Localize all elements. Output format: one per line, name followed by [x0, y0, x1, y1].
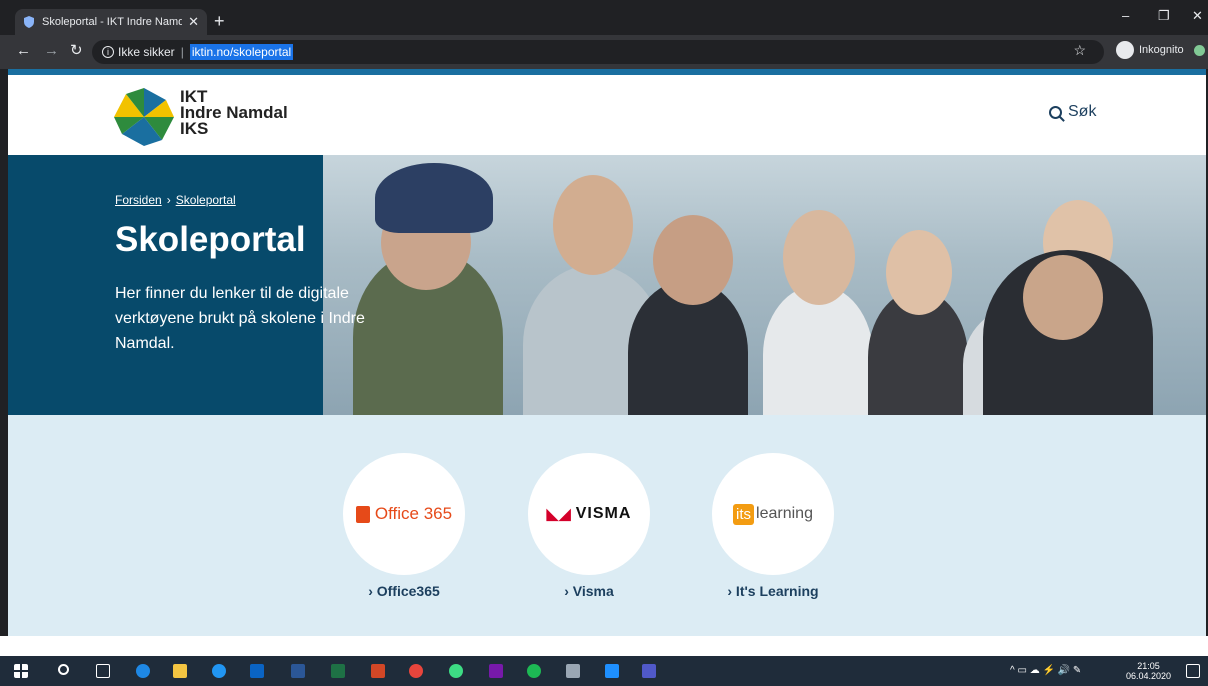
- photo-head: [783, 210, 855, 305]
- system-tray-icons[interactable]: ^ ▭ ☁ ⚡ 🔊 ✎: [1010, 665, 1081, 676]
- notifications-icon[interactable]: [1186, 664, 1200, 678]
- task-view-icon[interactable]: [96, 664, 110, 678]
- web-page: IKT Indre Namdal IKS Søk Forsiden › Skol…: [8, 69, 1206, 636]
- onenote-icon[interactable]: [489, 664, 503, 678]
- itslearning-card[interactable]: its learning › It's Learning: [712, 453, 834, 599]
- photo-head: [886, 230, 952, 315]
- photo-head: [553, 175, 633, 275]
- back-icon[interactable]: ←: [16, 43, 31, 58]
- visma-logo: ◣◢ VISMA: [547, 505, 632, 523]
- outlook-icon[interactable]: [250, 664, 264, 678]
- security-label: Ikke sikker: [118, 45, 175, 59]
- chrome-icon[interactable]: [409, 664, 423, 678]
- visma-logo-circle[interactable]: ◣◢ VISMA: [528, 453, 650, 575]
- hero-photo: [323, 155, 1206, 415]
- restore-icon[interactable]: ❐: [1158, 8, 1170, 24]
- word-icon[interactable]: [291, 664, 305, 678]
- android-icon[interactable]: [449, 664, 463, 678]
- bookmark-star-icon[interactable]: ☆: [1073, 42, 1086, 59]
- visma-card[interactable]: ◣◢ VISMA › Visma: [528, 453, 650, 599]
- extension-icon[interactable]: [1194, 45, 1205, 56]
- hero-section: Forsiden › Skoleportal Skoleportal Her fin…: [8, 155, 1206, 415]
- edge-icon[interactable]: [136, 664, 150, 678]
- spotify-icon[interactable]: [527, 664, 541, 678]
- photo-cap: [375, 163, 493, 233]
- reload-icon[interactable]: ↻: [70, 43, 83, 58]
- search-icon: [1049, 105, 1062, 119]
- photo-head: [1023, 255, 1103, 340]
- tool-links-section: Office 365 › Office365 ◣◢ VISMA › Visma: [8, 415, 1206, 636]
- office365-logo-text: Office 365: [374, 504, 453, 523]
- breadcrumb-separator: ›: [166, 193, 171, 207]
- notes-icon[interactable]: [605, 664, 619, 678]
- itslearning-link[interactable]: › It's Learning: [712, 583, 834, 599]
- visma-logo-text: VISMA: [575, 505, 632, 522]
- office365-logo-circle[interactable]: Office 365: [343, 453, 465, 575]
- address-bar[interactable]: i Ikke sikker | iktin.no/skoleportal: [92, 40, 1104, 64]
- photo-head: [653, 215, 733, 305]
- forward-icon[interactable]: →: [44, 43, 59, 58]
- itslearning-logo-prefix: its: [733, 503, 755, 525]
- tab-close-icon[interactable]: ✕: [188, 14, 199, 30]
- visma-link[interactable]: › Visma: [528, 583, 650, 599]
- new-tab-button[interactable]: +: [214, 12, 225, 30]
- teams-icon[interactable]: [642, 664, 656, 678]
- windows-start-icon[interactable]: [14, 664, 28, 678]
- itslearning-logo-circle[interactable]: its learning: [712, 453, 834, 575]
- site-favicon-icon: [24, 16, 34, 28]
- info-icon[interactable]: i: [102, 46, 114, 58]
- search-button[interactable]: Søk: [1049, 103, 1096, 121]
- itslearning-logo-text: learning: [756, 505, 813, 522]
- logo-line-3: IKS: [180, 119, 209, 138]
- powerpoint-icon[interactable]: [371, 664, 385, 678]
- visma-mark-icon: ◣◢: [546, 506, 572, 523]
- itslearning-logo: its learning: [733, 503, 813, 525]
- windows-taskbar: ^ ▭ ☁ ⚡ 🔊 ✎ 21:05 06.04.2020: [0, 656, 1208, 686]
- office-icon: [355, 505, 370, 523]
- address-separator: |: [180, 45, 184, 59]
- internet-explorer-icon[interactable]: [212, 664, 226, 678]
- office365-link[interactable]: › Office365: [343, 583, 465, 599]
- search-label: Søk: [1068, 103, 1097, 120]
- logo-text[interactable]: IKT Indre Namdal IKS: [180, 88, 288, 138]
- incognito-icon: [1116, 41, 1134, 59]
- office365-card[interactable]: Office 365 › Office365: [343, 453, 465, 599]
- page-title: Skoleportal: [115, 220, 306, 259]
- incognito-label: Inkognito: [1139, 44, 1184, 56]
- taskbar-search-icon[interactable]: [58, 664, 69, 675]
- breadcrumb: Forsiden › Skoleportal: [115, 193, 236, 207]
- tools-icon[interactable]: [566, 664, 580, 678]
- clock-date: 06.04.2020: [1126, 671, 1172, 681]
- browser-toolbar: ← → ↻ i Ikke sikker | iktin.no/skoleport…: [0, 35, 1208, 69]
- breadcrumb-current-link[interactable]: Skoleportal: [176, 193, 236, 207]
- file-explorer-icon[interactable]: [173, 664, 187, 678]
- breadcrumb-home-link[interactable]: Forsiden: [115, 193, 162, 207]
- browser-window: Skoleportal - IKT Indre Namdal I ✕ + – ❐…: [0, 0, 1208, 686]
- excel-icon[interactable]: [331, 664, 345, 678]
- tab-title: Skoleportal - IKT Indre Namdal I: [42, 16, 183, 28]
- site-header: IKT Indre Namdal IKS Søk: [8, 75, 1206, 155]
- url-text[interactable]: iktin.no/skoleportal: [189, 44, 294, 60]
- ikt-logo-icon[interactable]: [114, 88, 174, 146]
- hero-intro-text: Her finner du lenker til de digitale ver…: [115, 285, 365, 352]
- close-window-icon[interactable]: ✕: [1192, 8, 1203, 24]
- minimize-icon[interactable]: –: [1122, 8, 1129, 23]
- taskbar-clock[interactable]: 21:05 06.04.2020: [1126, 661, 1171, 681]
- tab-skoleportal[interactable]: Skoleportal - IKT Indre Namdal I ✕: [15, 9, 207, 35]
- clock-time: 21:05: [1137, 661, 1160, 671]
- page-bottom-area: [0, 636, 1208, 656]
- tab-strip: Skoleportal - IKT Indre Namdal I ✕ + – ❐…: [0, 0, 1208, 35]
- incognito-indicator[interactable]: Inkognito: [1116, 41, 1184, 59]
- office365-logo: Office 365: [355, 504, 453, 524]
